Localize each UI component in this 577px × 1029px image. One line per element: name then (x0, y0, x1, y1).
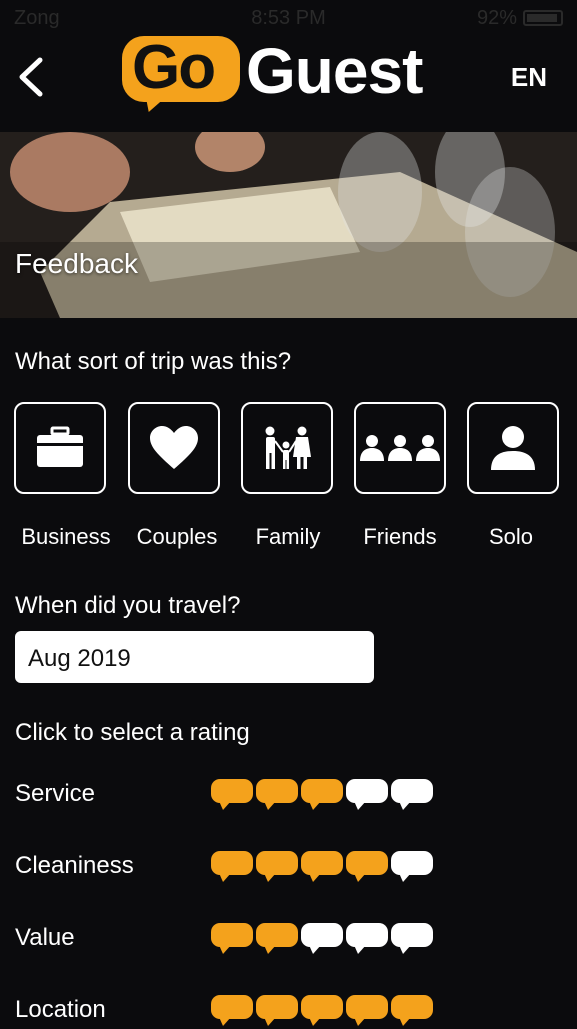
rating-bubble-5[interactable] (391, 995, 433, 1026)
rating-bubble-1[interactable] (211, 923, 253, 954)
trip-label-couples: Couples (136, 524, 218, 549)
rating-label-service: Service (15, 780, 96, 807)
language-selector[interactable]: EN (511, 62, 547, 93)
rating-bubble-4[interactable] (346, 923, 388, 954)
rating-label-location: Location (15, 996, 106, 1023)
rating-bubble-4[interactable] (346, 779, 388, 810)
trip-label-solo: Solo (488, 524, 534, 549)
rating-label-value: Value (15, 924, 75, 951)
rating-bubble-5[interactable] (391, 923, 433, 954)
battery-icon (523, 10, 563, 26)
trip-type-question: What sort of trip was this? (15, 348, 292, 375)
rating-bubble-2[interactable] (256, 851, 298, 882)
rating-bubble-3[interactable] (301, 995, 343, 1026)
rating-bubble-1[interactable] (211, 851, 253, 882)
rating-bubble-3[interactable] (301, 851, 343, 882)
back-button[interactable] (12, 52, 52, 102)
trip-option-solo[interactable] (467, 402, 559, 494)
trip-type-options (14, 402, 566, 498)
page-title: Feedback (15, 248, 138, 279)
rating-bubble-5[interactable] (391, 851, 433, 882)
rating-prompt: Click to select a rating (15, 719, 250, 746)
rating-bubble-3[interactable] (301, 779, 343, 810)
goguest-logo: Go Guest (122, 33, 462, 116)
trip-option-friends[interactable] (354, 402, 446, 494)
rating-bubble-2[interactable] (256, 779, 298, 810)
rating-bubble-4[interactable] (346, 995, 388, 1026)
rating-bubble-2[interactable] (256, 995, 298, 1026)
rating-bubble-3[interactable] (301, 923, 343, 954)
heart-icon (150, 426, 198, 469)
rating-bubble-1[interactable] (211, 779, 253, 810)
rating-bubble-2[interactable] (256, 923, 298, 954)
rating-bubble-5[interactable] (391, 779, 433, 810)
friends-icon (360, 435, 440, 461)
hero-banner: Feedback (0, 132, 577, 318)
travel-date-question: When did you travel? (15, 592, 241, 619)
rating-label-cleaniness: Cleaniness (15, 852, 134, 879)
trip-label-friends: Friends (363, 524, 437, 549)
logo-guest-text: Guest (246, 35, 423, 107)
battery-percent: 92% (476, 7, 517, 29)
logo-go-text: Go (132, 33, 216, 102)
rating-cleaniness (211, 851, 441, 885)
rating-service (211, 779, 441, 813)
trip-label-family: Family (255, 524, 321, 549)
rating-value (211, 923, 441, 957)
chevron-left-icon (19, 57, 43, 97)
travel-date-field[interactable]: Aug 2019 (15, 631, 374, 683)
hero-image (0, 132, 577, 318)
trip-label-business: Business (21, 524, 111, 549)
trip-option-couples[interactable] (128, 402, 220, 494)
rating-bubble-4[interactable] (346, 851, 388, 882)
rating-bubble-1[interactable] (211, 995, 253, 1026)
family-icon (265, 426, 311, 469)
status-bar: Zong 8:53 PM 92% (0, 0, 577, 34)
person-icon (491, 426, 535, 470)
briefcase-icon (37, 426, 83, 467)
trip-option-business[interactable] (14, 402, 106, 494)
trip-option-family[interactable] (241, 402, 333, 494)
